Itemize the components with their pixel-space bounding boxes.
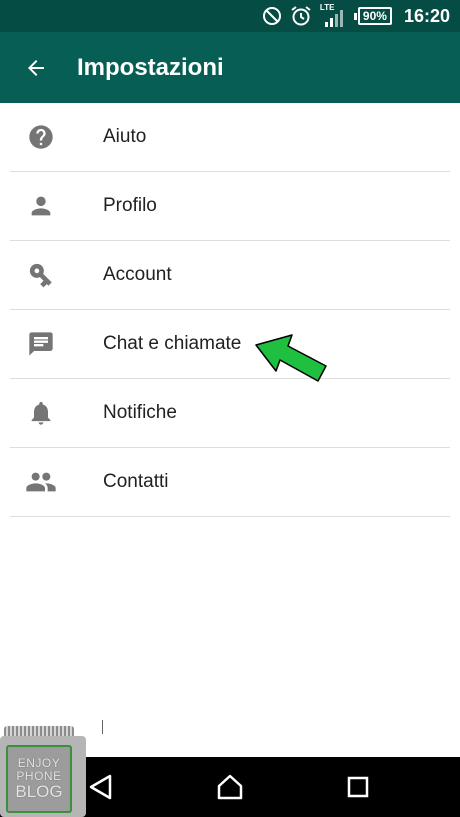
help-icon — [29, 125, 53, 149]
battery-indicator: 90% — [353, 7, 392, 25]
settings-item-label: Notifiche — [103, 402, 177, 423]
battery-icon — [353, 12, 357, 20]
settings-item-account[interactable]: Account — [10, 241, 450, 310]
page-title: Impostazioni — [77, 54, 224, 81]
home-icon — [217, 774, 243, 800]
key-icon — [29, 263, 52, 288]
settings-item-label: Aiuto — [103, 126, 147, 147]
nav-recents-button[interactable] — [343, 772, 373, 802]
settings-item-label: Chat e chiamate — [103, 333, 242, 354]
network-indicator: LTE — [320, 3, 346, 28]
settings-item-chat[interactable]: Chat e chiamate — [10, 310, 450, 379]
person-icon — [31, 196, 51, 216]
watermark-text: BLOG — [15, 782, 63, 801]
clock: 16:20 — [403, 5, 450, 26]
nav-home-button[interactable] — [215, 772, 245, 802]
do-not-disturb-icon — [262, 7, 281, 25]
bell-icon — [31, 401, 51, 425]
settings-item-label: Contatti — [103, 471, 169, 492]
chat-icon — [29, 332, 53, 356]
battery-level: 90% — [357, 7, 392, 25]
settings-item-notifiche[interactable]: Notifiche — [10, 379, 450, 448]
back-button[interactable] — [18, 50, 54, 86]
text-cursor — [102, 720, 103, 734]
status-bar: LTE 90% 16:20 — [0, 0, 460, 32]
app-bar: Impostazioni — [0, 32, 460, 103]
settings-list: Aiuto Profilo Account Chat e chiamate No… — [0, 103, 460, 517]
settings-item-aiuto[interactable]: Aiuto — [10, 103, 450, 172]
green-arrow-annotation — [255, 334, 327, 382]
settings-item-profilo[interactable]: Profilo — [10, 172, 450, 241]
settings-item-contatti[interactable]: Contatti — [10, 448, 450, 517]
arrow-back-icon — [28, 60, 44, 76]
recents-icon — [347, 776, 369, 798]
alarm-icon — [291, 6, 311, 26]
nav-back-button[interactable] — [86, 772, 116, 802]
triangle-back-icon — [89, 774, 112, 800]
signal-icon — [324, 10, 343, 27]
status-icons: LTE 90% 16:20 — [262, 0, 450, 32]
settings-item-label: Account — [103, 264, 172, 285]
settings-item-label: Profilo — [103, 195, 157, 216]
watermark-logo: ENJOY PHONE BLOG — [0, 726, 88, 817]
group-icon — [26, 472, 56, 492]
